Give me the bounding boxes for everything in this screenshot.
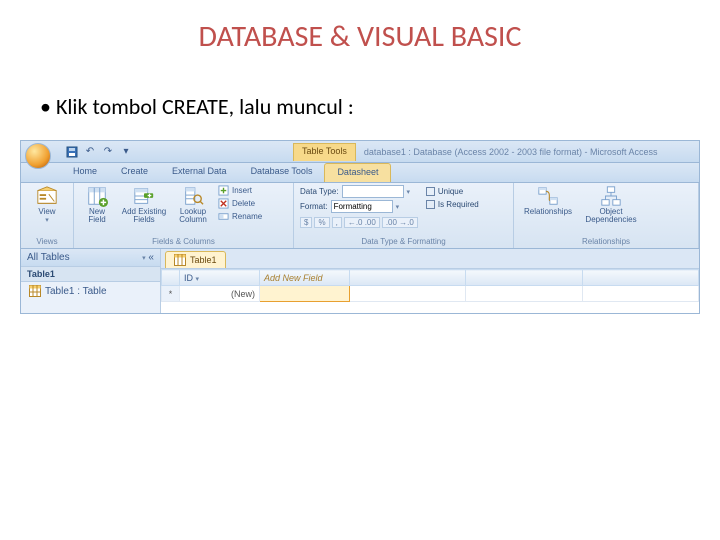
new-field-button[interactable]: New Field [80, 185, 114, 224]
percent-button[interactable]: % [314, 217, 329, 228]
cell-blank[interactable] [582, 286, 698, 302]
select-all-cell[interactable] [162, 270, 180, 286]
titlebar: ↶ ↷ ▾ Table Tools database1 : Database (… [21, 141, 699, 163]
group-label-relationships: Relationships [520, 236, 692, 246]
chevron-down-icon: ▾ [45, 217, 49, 224]
tab-external-data[interactable]: External Data [160, 163, 239, 182]
add-existing-fields-button[interactable]: Add Existing Fields [120, 185, 168, 224]
body-area: All Tables ▾ « Table1 Table1 : Table Tab… [21, 249, 699, 313]
datatype-select[interactable] [342, 185, 404, 198]
delete-label: Delete [232, 199, 255, 208]
cell-add-new-field[interactable] [260, 286, 350, 302]
quick-access-toolbar: ↶ ↷ ▾ [65, 145, 133, 159]
document-tab-label: Table1 [190, 255, 217, 265]
column-header-blank[interactable] [466, 270, 582, 286]
table-icon [29, 285, 41, 297]
navigation-pane: All Tables ▾ « Table1 Table1 : Table [21, 249, 161, 313]
col-id-label: ID [184, 273, 193, 283]
redo-icon[interactable]: ↷ [101, 145, 115, 159]
window-title: database1 : Database (Access 2002 - 2003… [364, 147, 699, 157]
row-selector-new[interactable]: * [162, 286, 180, 302]
comma-button[interactable]: , [332, 217, 342, 228]
delete-button[interactable]: Delete [218, 198, 262, 209]
cell-blank[interactable] [466, 286, 582, 302]
table-row[interactable]: * (New) [162, 286, 699, 302]
relationships-label: Relationships [524, 208, 572, 216]
navpane-header[interactable]: All Tables ▾ « [21, 249, 160, 267]
tab-create[interactable]: Create [109, 163, 160, 182]
undo-icon[interactable]: ↶ [83, 145, 97, 159]
object-dep-label: Object Dependencies [582, 208, 640, 224]
add-existing-label: Add Existing Fields [120, 208, 168, 224]
navpane-item-label: Table1 : Table [45, 286, 107, 297]
view-label: View [38, 208, 55, 216]
group-datatype-formatting: Data Type: ▾ Format: ▾ $ % , [294, 183, 514, 248]
format-toolbar: $ % , ←.0 .00 .00 →.0 [300, 217, 418, 228]
datasheet-area: Table1 ID ▾ Add New Field * (New) [161, 249, 699, 313]
column-header-blank[interactable] [350, 270, 466, 286]
required-checkbox[interactable] [426, 200, 435, 209]
save-icon[interactable] [65, 145, 79, 159]
chevron-down-icon[interactable]: ▾ [396, 203, 400, 211]
format-label: Format: [300, 202, 328, 211]
chevron-down-icon: ▾ [196, 276, 200, 283]
increase-decimals-button[interactable]: ←.0 .00 [344, 217, 380, 228]
slide-bullet: Klik tombol CREATE, lalu muncul : [40, 93, 720, 120]
insert-label: Insert [232, 186, 252, 195]
group-label-views: Views [27, 236, 67, 246]
table-icon [174, 254, 186, 266]
field-ops: Insert Delete Rename [218, 185, 262, 222]
decrease-decimals-button[interactable]: .00 →.0 [382, 217, 418, 228]
ribbon: View ▾ Views New Field Add Existing Fiel… [21, 183, 699, 249]
contextual-tab-header: Table Tools [293, 143, 356, 161]
tab-datasheet[interactable]: Datasheet [324, 163, 391, 182]
currency-button[interactable]: $ [300, 217, 312, 228]
document-tab-table1[interactable]: Table1 [165, 251, 226, 268]
relationships-button[interactable]: Relationships [520, 185, 576, 216]
group-views: View ▾ Views [21, 183, 74, 248]
view-button[interactable]: View ▾ [27, 185, 67, 224]
cell-blank[interactable] [350, 286, 466, 302]
navpane-header-label: All Tables [27, 252, 70, 263]
lookup-column-button[interactable]: Lookup Column [174, 185, 212, 224]
group-label-fields: Fields & Columns [80, 236, 287, 246]
slide-title: DATABASE & VISUAL BASIC [0, 18, 720, 55]
unique-label: Unique [438, 187, 463, 196]
tab-database-tools[interactable]: Database Tools [239, 163, 325, 182]
qat-dropdown-icon[interactable]: ▾ [119, 145, 133, 159]
object-dependencies-button[interactable]: Object Dependencies [582, 185, 640, 224]
office-button[interactable] [25, 143, 51, 169]
rename-label: Rename [232, 212, 262, 221]
column-header-blank[interactable] [582, 270, 698, 286]
group-fields-columns: New Field Add Existing Fields Lookup Col… [74, 183, 294, 248]
format-select[interactable] [331, 200, 393, 213]
new-field-label: New Field [80, 208, 114, 224]
datatype-label: Data Type: [300, 187, 339, 196]
required-label: Is Required [438, 200, 479, 209]
unique-checkbox[interactable] [426, 187, 435, 196]
navpane-group[interactable]: Table1 [21, 267, 160, 282]
document-tabs: Table1 [161, 249, 699, 269]
ribbon-tabs: Home Create External Data Database Tools… [21, 163, 699, 183]
group-label-datatype: Data Type & Formatting [300, 236, 507, 246]
cell-id-new[interactable]: (New) [180, 286, 260, 302]
chevron-down-icon[interactable]: ▾ [407, 188, 411, 196]
lookup-label: Lookup Column [174, 208, 212, 224]
chevron-down-icon: ▾ [142, 255, 146, 262]
group-relationships: Relationships Object Dependencies Relati… [514, 183, 699, 248]
insert-button[interactable]: Insert [218, 185, 262, 196]
datasheet-grid[interactable]: ID ▾ Add New Field * (New) [161, 269, 699, 302]
navpane-item-table1[interactable]: Table1 : Table [21, 282, 160, 300]
tab-home[interactable]: Home [61, 163, 109, 182]
column-header-add-new[interactable]: Add New Field [260, 270, 350, 286]
access-window: ↶ ↷ ▾ Table Tools database1 : Database (… [20, 140, 700, 314]
rename-button[interactable]: Rename [218, 211, 262, 222]
column-header-id[interactable]: ID ▾ [180, 270, 260, 286]
